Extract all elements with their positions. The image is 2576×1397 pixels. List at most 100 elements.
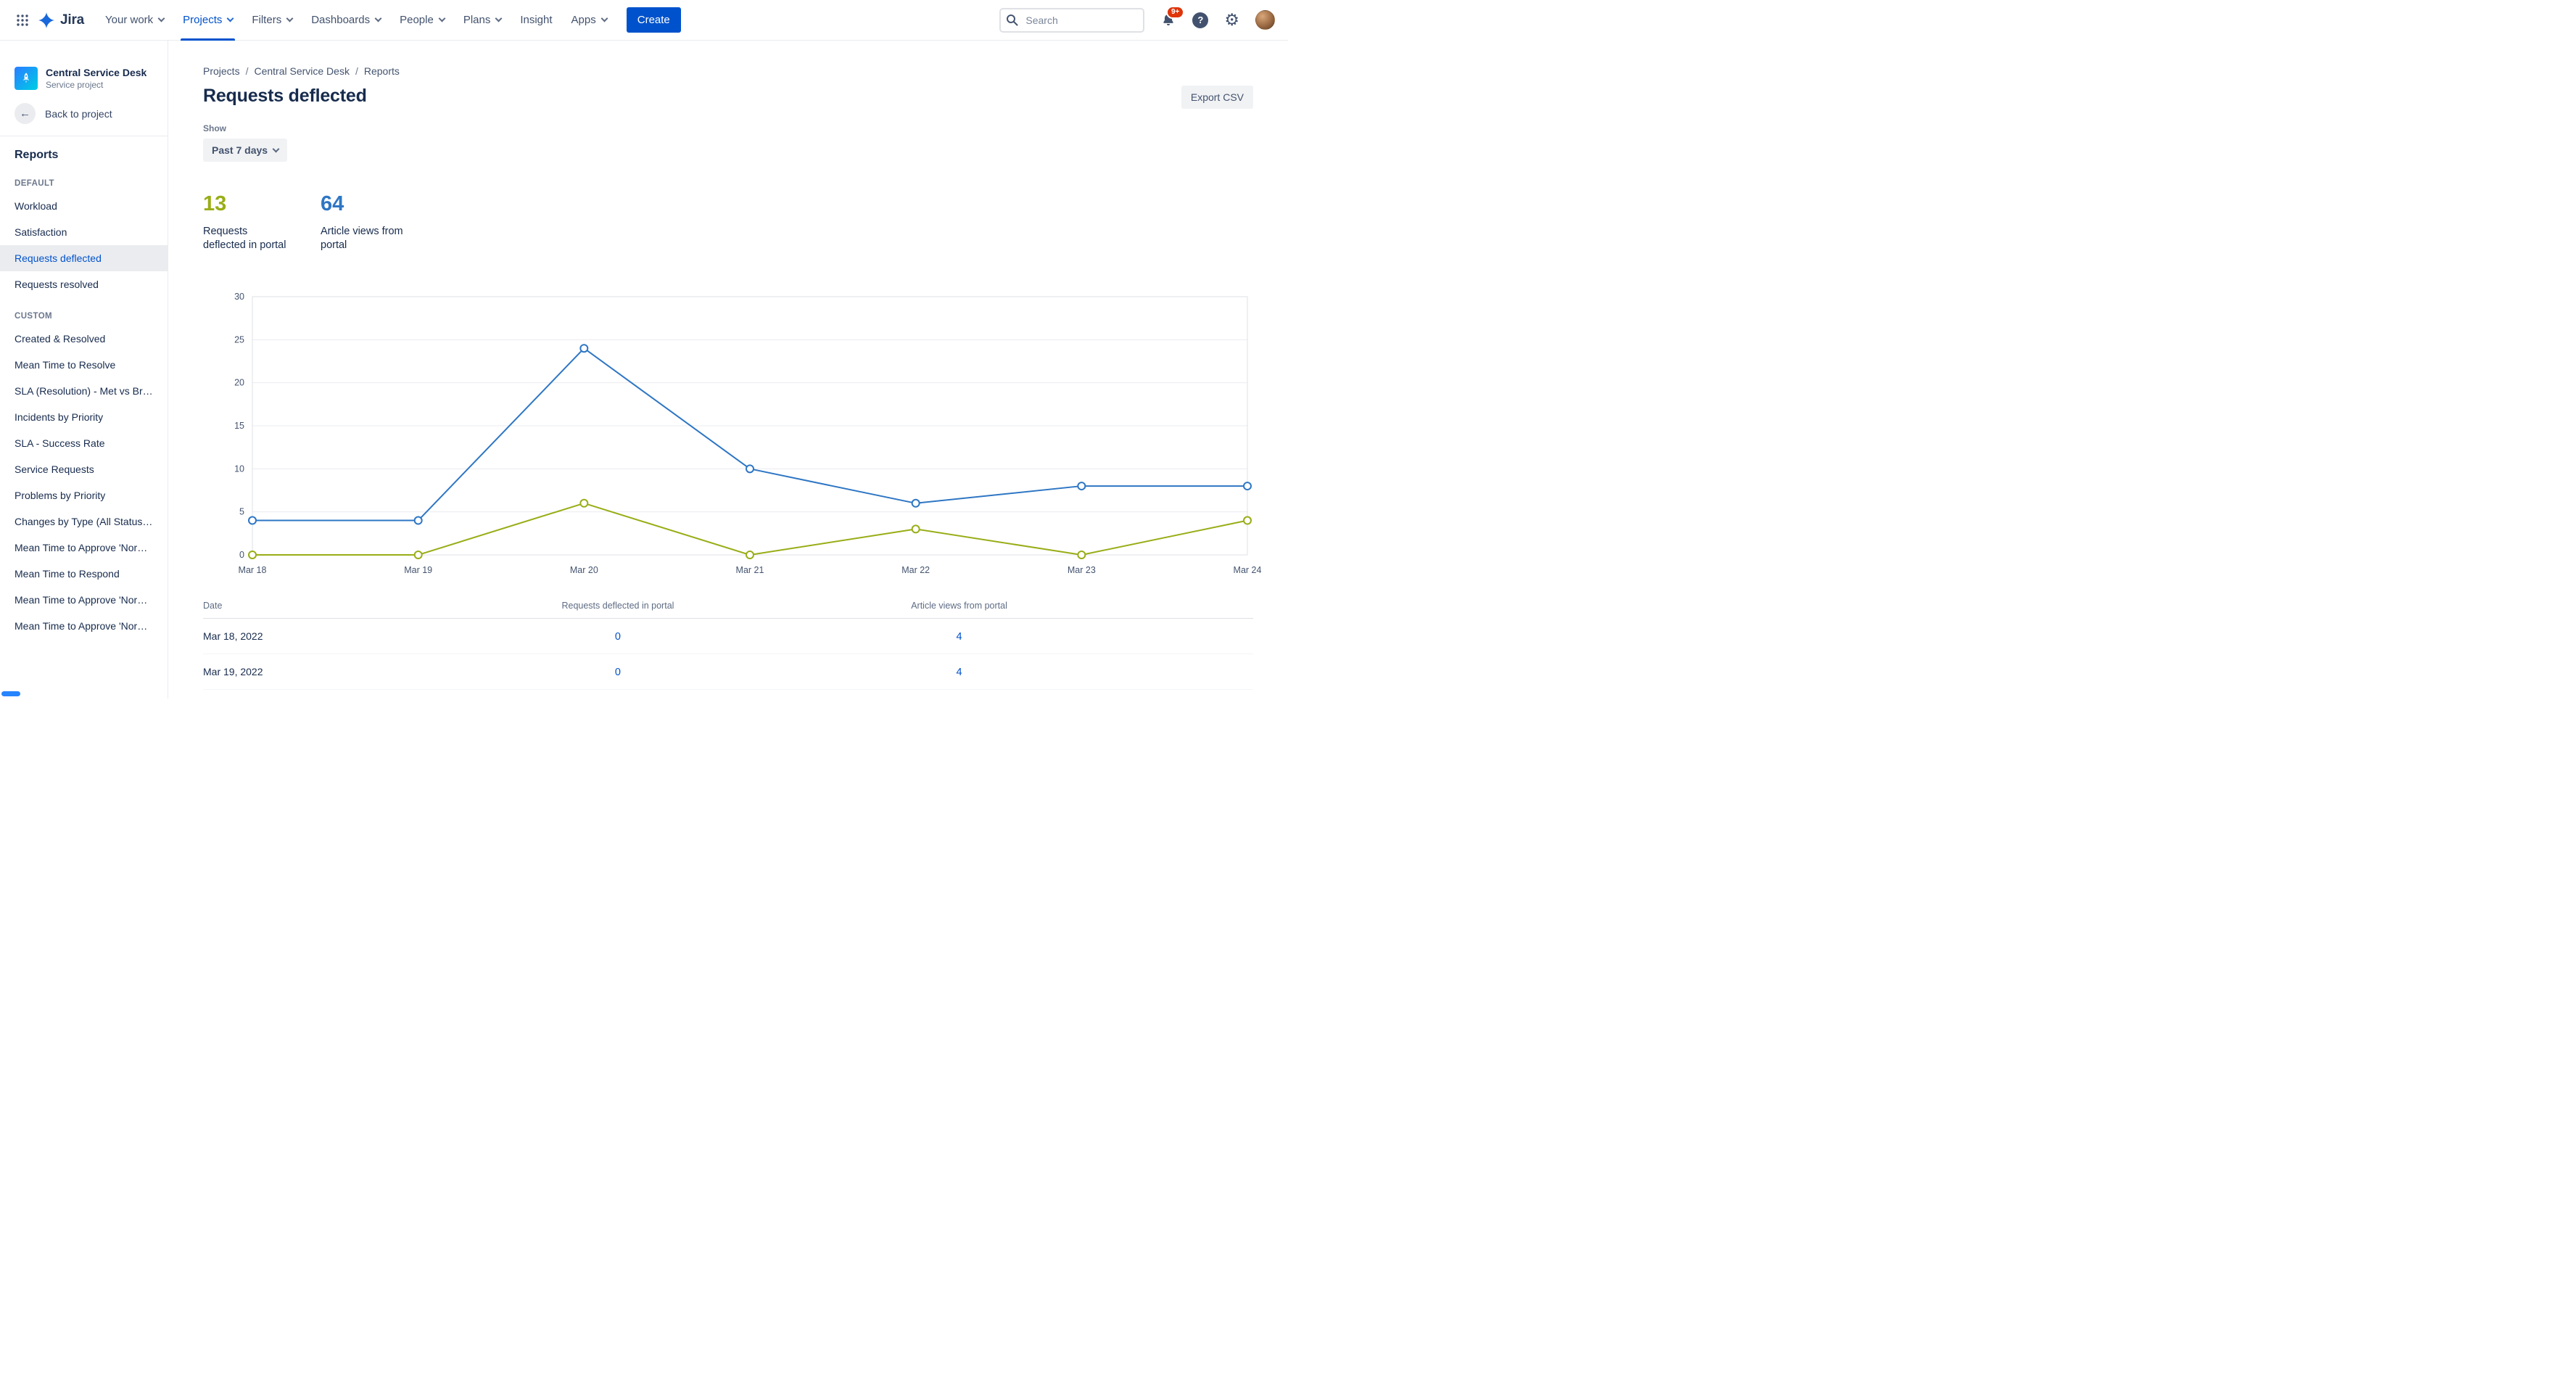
chevron-down-icon	[374, 15, 382, 22]
create-button[interactable]: Create	[626, 7, 681, 33]
nav-item-label: Dashboards	[311, 14, 371, 26]
nav-item-insight[interactable]: Insight	[511, 0, 561, 41]
table-row: Mar 18, 2022 0 4	[203, 619, 1253, 655]
column-header-requests-deflected-in-portal: Requests deflected in portal	[561, 601, 674, 611]
project-header: Central Service Desk Service project	[0, 67, 168, 90]
sidebar-section-title: Reports	[15, 149, 59, 161]
nav-item-label: Projects	[183, 14, 223, 26]
column-header-date: Date	[203, 601, 223, 611]
notifications-button[interactable]: 9+	[1160, 5, 1185, 28]
sidebar-scrollbar-thumb[interactable]	[1, 691, 20, 696]
chevron-down-icon	[495, 15, 503, 22]
sidebar-item-incidents-by-priority[interactable]: Incidents by Priority	[0, 404, 168, 430]
nav-item-your-work[interactable]: Your work	[96, 0, 173, 41]
breadcrumb-reports[interactable]: Reports	[364, 65, 400, 77]
nav-item-label: Your work	[105, 14, 154, 26]
primary-nav: Your work Projects Filters Dashboards People…	[96, 0, 616, 41]
chevron-down-icon	[272, 145, 280, 153]
rocket-icon	[22, 73, 30, 83]
user-avatar[interactable]	[1255, 10, 1275, 30]
back-label: Back to project	[45, 107, 112, 120]
svg-text:Mar 23: Mar 23	[1068, 565, 1096, 575]
chevron-down-icon	[286, 15, 294, 22]
back-to-project[interactable]: ← Back to project	[0, 90, 168, 136]
search-box	[999, 7, 1145, 33]
sidebar-group-label-default: DEFAULT	[15, 179, 54, 188]
table-value-link[interactable]: 4	[957, 667, 962, 678]
nav-item-apps[interactable]: Apps	[562, 0, 616, 41]
nav-item-label: Filters	[252, 14, 282, 26]
sidebar-item-sla-resolution-met-vs-bre[interactable]: SLA (Resolution) - Met vs Bre...	[0, 378, 168, 404]
sidebar-item-mean-time-to-resolve[interactable]: Mean Time to Resolve	[0, 352, 168, 378]
sidebar-item-problems-by-priority[interactable]: Problems by Priority	[0, 482, 168, 508]
sidebar-item-workload[interactable]: Workload	[0, 193, 168, 219]
breadcrumb-separator: /	[245, 65, 249, 77]
table-row: Mar 19, 2022 0 4	[203, 654, 1253, 691]
sidebar-item-satisfaction[interactable]: Satisfaction	[0, 219, 168, 245]
nav-item-dashboards[interactable]: Dashboards	[302, 0, 390, 41]
value-cell: 0	[455, 666, 781, 678]
help-icon: ?	[1192, 12, 1209, 28]
grid-icon	[17, 14, 28, 26]
table-value-link[interactable]: 0	[615, 631, 621, 643]
date-range-dropdown[interactable]: Past 7 days	[203, 139, 288, 162]
breadcrumb: Projects / Central Service Desk / Report…	[203, 65, 1253, 77]
stats-row: 13 Requests deflected in portal 64 Article …	[203, 192, 1253, 252]
sidebar-item-service-requests[interactable]: Service Requests	[0, 456, 168, 482]
table-value-link[interactable]: 4	[957, 631, 962, 643]
date-range-value: Past 7 days	[212, 144, 268, 156]
svg-text:5: 5	[239, 507, 244, 517]
nav-right-cluster: 9+ ? ⚙	[999, 5, 1275, 33]
stat-block-requests-deflected-in-portal: 13 Requests deflected in portal	[203, 192, 321, 252]
back-arrow-icon: ←	[15, 103, 36, 124]
sidebar-item-requests-resolved[interactable]: Requests resolved	[0, 271, 168, 297]
svg-text:10: 10	[234, 463, 244, 474]
stat-block-article-views-from-portal: 64 Article views from portal	[321, 192, 438, 252]
nav-item-people[interactable]: People	[390, 0, 454, 41]
column-header-article-views-from-portal: Article views from portal	[911, 601, 1007, 611]
search-input[interactable]	[999, 7, 1145, 33]
notification-badge: 9+	[1165, 5, 1185, 19]
nav-item-filters[interactable]: Filters	[242, 0, 302, 41]
stat-value: 64	[321, 192, 344, 215]
results-table: Date Requests deflected in portal Article …	[203, 601, 1253, 691]
stat-label: Requests deflected in portal	[203, 226, 286, 251]
project-type: Service project	[46, 80, 104, 90]
nav-item-plans[interactable]: Plans	[454, 0, 511, 41]
app-switcher-icon[interactable]	[10, 8, 35, 33]
sidebar-group-label-custom: CUSTOM	[15, 312, 53, 321]
value-cell: 0	[455, 630, 781, 643]
sidebar-item-mean-time-to-approve-norm[interactable]: Mean Time to Approve 'Norm...	[0, 535, 168, 561]
chevron-down-icon	[438, 15, 446, 22]
breadcrumb-projects[interactable]: Projects	[203, 65, 240, 77]
export-csv-button[interactable]: Export CSV	[1181, 86, 1253, 109]
sidebar-item-sla-success-rate[interactable]: SLA - Success Rate	[0, 430, 168, 456]
svg-text:Mar 21: Mar 21	[736, 565, 764, 575]
chart: 0 5 10 15 20 25 30 Mar 18 Mar 19 Mar 20 Mar 21 Mar …	[203, 289, 1261, 582]
svg-text:30: 30	[234, 292, 244, 302]
sidebar-item-mean-time-to-approve-norm[interactable]: Mean Time to Approve 'Norm...	[0, 613, 168, 639]
sidebar-item-requests-deflected[interactable]: Requests deflected	[0, 245, 168, 271]
svg-text:Mar 20: Mar 20	[570, 565, 598, 575]
jira-logo[interactable]: Jira	[35, 12, 91, 29]
brand-name: Jira	[60, 12, 85, 28]
nav-item-projects[interactable]: Projects	[173, 0, 242, 41]
sidebar-item-mean-time-to-respond[interactable]: Mean Time to Respond	[0, 561, 168, 587]
table-value-link[interactable]: 0	[615, 667, 621, 678]
value-cell: 4	[780, 666, 1137, 678]
table-header: Date Requests deflected in portal Article …	[203, 601, 1253, 619]
chevron-down-icon	[157, 15, 165, 22]
sidebar-item-changes-by-type-all-statuses[interactable]: Changes by Type (All Statuses)	[0, 508, 168, 535]
value-cell: 4	[780, 630, 1137, 643]
nav-item-label: Insight	[520, 14, 553, 26]
breadcrumb-separator: /	[355, 65, 358, 77]
jira-mark-icon	[38, 12, 54, 28]
main-content: Projects / Central Service Desk / Report…	[168, 41, 1288, 698]
sidebar-item-mean-time-to-approve-norm[interactable]: Mean Time to Approve 'Norm...	[0, 587, 168, 613]
svg-text:Mar 19: Mar 19	[404, 565, 432, 575]
help-button[interactable]: ?	[1192, 12, 1209, 28]
sidebar-item-created-resolved[interactable]: Created & Resolved	[0, 326, 168, 352]
settings-button[interactable]: ⚙	[1224, 12, 1239, 28]
svg-text:15: 15	[234, 421, 244, 431]
breadcrumb-project[interactable]: Central Service Desk	[254, 65, 350, 77]
